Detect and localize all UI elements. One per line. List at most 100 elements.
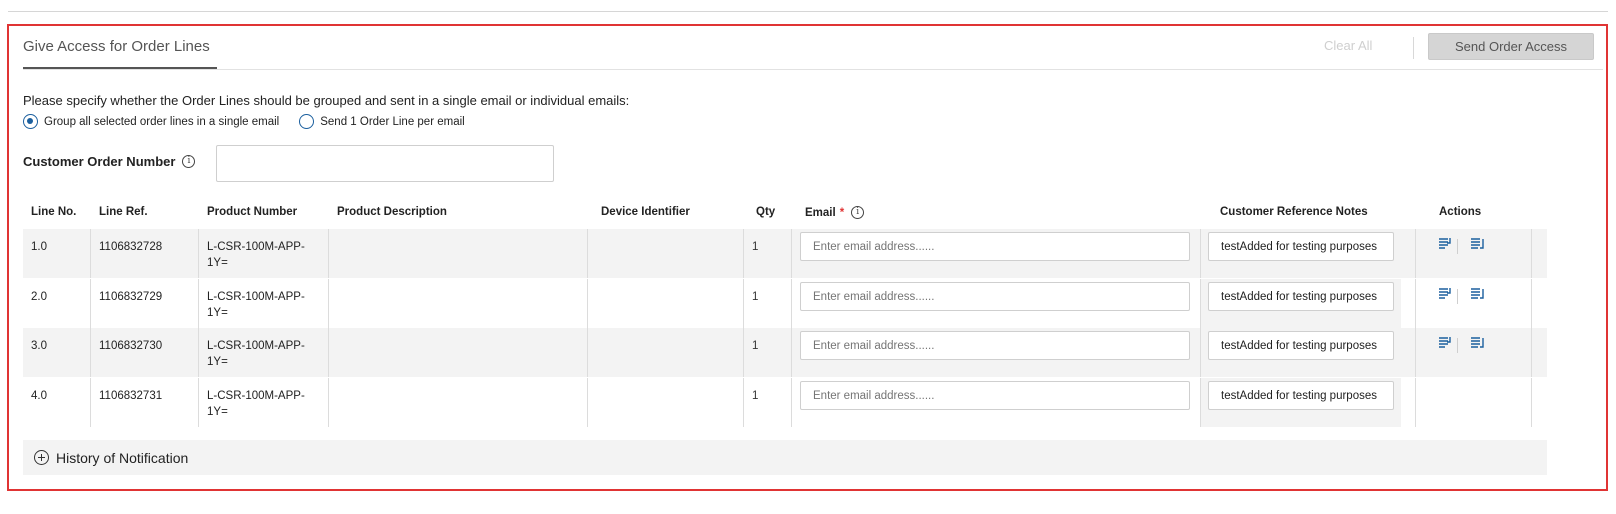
- table-row: 3.0 1106832730 L-CSR-100M-APP- 1Y= 1: [23, 328, 1547, 377]
- radio-option-group-single-email[interactable]: Group all selected order lines in a sing…: [23, 114, 279, 129]
- history-of-notification-toggle[interactable]: History of Notification: [23, 440, 1547, 475]
- customer-reference-notes-input[interactable]: [1208, 331, 1394, 360]
- customer-reference-notes-input[interactable]: [1208, 232, 1394, 261]
- column-divider: [1531, 229, 1532, 278]
- expand-plus-icon[interactable]: [34, 450, 49, 465]
- product-number-line: 1Y=: [207, 257, 228, 269]
- product-number-line: L-CSR-100M-APP-: [207, 340, 305, 352]
- column-divider: [791, 229, 792, 278]
- line-no-cell: 2.0: [31, 291, 47, 303]
- column-divider: [743, 328, 744, 377]
- line-ref-cell: 1106832730: [99, 340, 163, 352]
- email-input[interactable]: [800, 381, 1190, 410]
- column-divider: [1415, 378, 1416, 427]
- column-divider: [1531, 378, 1532, 427]
- info-icon[interactable]: i: [182, 155, 196, 168]
- column-divider: [587, 279, 588, 328]
- copy-email-down-icon[interactable]: [1438, 287, 1454, 302]
- apply-notes-icon[interactable]: [1470, 336, 1486, 352]
- actions-separator: [1457, 289, 1458, 304]
- column-divider: [587, 229, 588, 278]
- history-label: History of Notification: [56, 449, 189, 466]
- product-number-line: 1Y=: [207, 307, 228, 319]
- required-marker: *: [839, 206, 845, 219]
- tab-divider: [23, 69, 1603, 70]
- column-divider: [587, 328, 588, 377]
- column-divider: [587, 378, 588, 427]
- email-input[interactable]: [800, 232, 1190, 261]
- header-device-identifier: Device Identifier: [601, 206, 690, 218]
- column-divider: [1415, 229, 1416, 278]
- actions-separator: [1457, 239, 1458, 254]
- column-divider: [791, 279, 792, 328]
- radio-unchecked-icon[interactable]: [299, 114, 315, 129]
- header-actions: Actions: [1439, 206, 1482, 218]
- info-icon[interactable]: i: [851, 206, 865, 219]
- line-no-cell: 1.0: [31, 241, 47, 253]
- header-product-description: Product Description: [337, 206, 447, 218]
- column-divider: [791, 328, 792, 377]
- column-divider: [791, 378, 792, 427]
- email-input[interactable]: [800, 282, 1190, 311]
- product-number-cell: L-CSR-100M-APP- 1Y=: [207, 388, 305, 420]
- column-divider: [198, 279, 199, 328]
- column-divider: [743, 378, 744, 427]
- column-divider: [198, 378, 199, 427]
- header-customer-reference-notes: Customer Reference Notes: [1220, 206, 1368, 218]
- product-number-line: L-CSR-100M-APP-: [207, 390, 305, 402]
- customer-order-number-label: Customer Order Number i: [23, 154, 196, 169]
- customer-order-number-input[interactable]: [216, 145, 554, 182]
- header-product-number: Product Number: [207, 206, 298, 218]
- line-no-cell: 4.0: [31, 390, 47, 402]
- grouping-options: Group all selected order lines in a sing…: [23, 114, 485, 129]
- actions-separator: [1457, 338, 1458, 353]
- column-divider: [328, 279, 329, 328]
- product-number-line: 1Y=: [207, 356, 228, 368]
- copy-email-down-icon[interactable]: [1438, 336, 1454, 351]
- product-number-line: 1Y=: [207, 406, 228, 418]
- column-divider: [198, 229, 199, 278]
- radio-checked-icon[interactable]: [23, 114, 38, 129]
- button-separator: [1413, 37, 1414, 59]
- copy-email-down-icon[interactable]: [1438, 237, 1454, 252]
- header-qty: Qty: [756, 206, 776, 218]
- qty-cell: 1: [752, 241, 759, 253]
- column-divider: [328, 229, 329, 278]
- column-divider: [1200, 279, 1201, 328]
- radio-label: Group all selected order lines in a sing…: [44, 115, 280, 128]
- product-number-cell: L-CSR-100M-APP- 1Y=: [207, 338, 305, 370]
- product-number-cell: L-CSR-100M-APP- 1Y=: [207, 239, 305, 271]
- send-order-access-button[interactable]: Send Order Access: [1428, 33, 1594, 60]
- qty-cell: 1: [752, 291, 759, 303]
- line-ref-cell: 1106832731: [99, 390, 163, 402]
- column-divider: [90, 279, 91, 328]
- column-divider: [198, 328, 199, 377]
- column-divider: [90, 229, 91, 278]
- give-access-panel: Give Access for Order Lines Clear All Se…: [7, 24, 1608, 491]
- header-line-ref: Line Ref.: [99, 206, 148, 218]
- email-input[interactable]: [800, 331, 1190, 360]
- product-number-line: L-CSR-100M-APP-: [207, 291, 305, 303]
- clear-all-button[interactable]: Clear All: [1324, 38, 1372, 53]
- column-divider: [1415, 279, 1416, 328]
- column-divider: [1200, 328, 1201, 377]
- customer-reference-notes-input[interactable]: [1208, 381, 1394, 410]
- column-divider: [90, 328, 91, 377]
- column-divider: [743, 229, 744, 278]
- customer-order-number-text: Customer Order Number: [23, 154, 176, 169]
- section-title[interactable]: Give Access for Order Lines: [23, 38, 210, 55]
- apply-notes-icon[interactable]: [1470, 287, 1486, 303]
- column-divider: [328, 378, 329, 427]
- column-divider: [1415, 328, 1416, 377]
- apply-notes-icon[interactable]: [1470, 237, 1486, 253]
- top-divider: [8, 11, 1608, 12]
- table-row: 4.0 1106832731 L-CSR-100M-APP- 1Y= 1: [23, 378, 1547, 427]
- line-no-cell: 3.0: [31, 340, 47, 352]
- qty-cell: 1: [752, 390, 759, 402]
- customer-reference-notes-input[interactable]: [1208, 282, 1394, 311]
- header-email: Email * i: [805, 206, 865, 219]
- radio-label: Send 1 Order Line per email: [320, 115, 465, 128]
- line-ref-cell: 1106832728: [99, 241, 163, 253]
- radio-option-one-per-email[interactable]: Send 1 Order Line per email: [299, 114, 465, 129]
- product-number-line: L-CSR-100M-APP-: [207, 241, 305, 253]
